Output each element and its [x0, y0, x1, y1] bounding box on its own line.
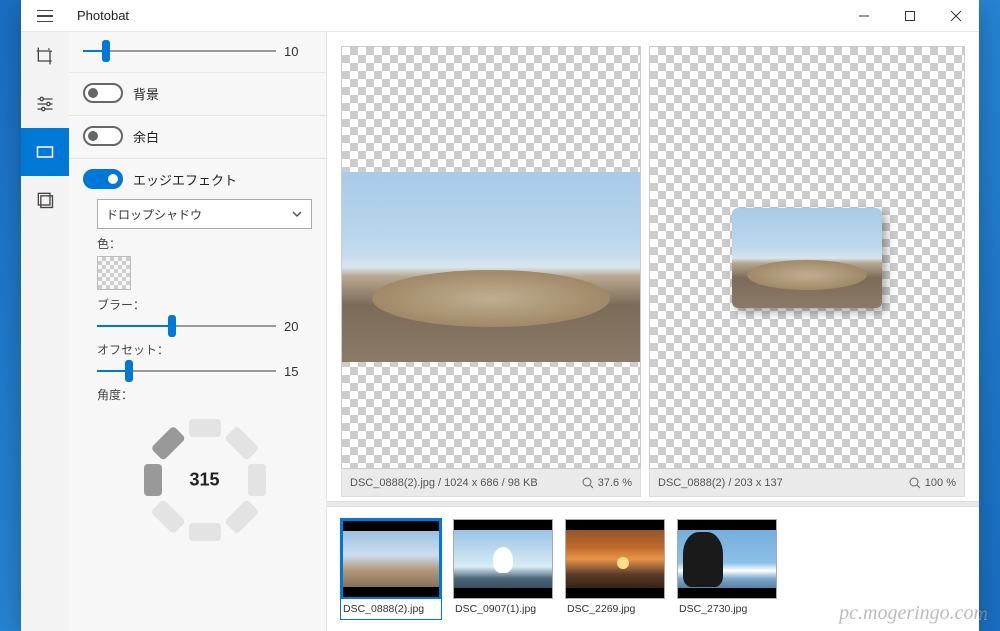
blur-value: 20	[284, 319, 312, 334]
top-slider-section: 10	[69, 32, 326, 73]
minimize-button[interactable]	[841, 0, 887, 32]
edge-effect-toggle-label: エッジエフェクト	[133, 170, 237, 189]
titlebar: Photobat	[21, 0, 979, 32]
margin-toggle[interactable]	[83, 126, 123, 146]
edge-effect-select[interactable]: ドロップシャドウ	[97, 199, 312, 229]
offset-slider[interactable]	[97, 362, 276, 380]
edge-effect-section: エッジエフェクト ドロップシャドウ 色： ブラー：	[69, 159, 326, 565]
angle-segment	[144, 464, 162, 496]
thumbnail-card[interactable]: DSC_2269.jpg	[565, 519, 665, 619]
background-toggle-label: 背景	[133, 84, 159, 103]
angle-segment	[150, 426, 185, 461]
thumbnail-image	[453, 519, 553, 599]
offset-value: 15	[284, 364, 312, 379]
thumbnail-filename: DSC_0888(2).jpg	[341, 599, 441, 619]
thumbnail-filename: DSC_0907(1).jpg	[453, 599, 553, 619]
margin-toggle-row: 余白	[69, 116, 326, 159]
preview-left-canvas[interactable]	[341, 46, 641, 469]
left-icon-bar	[21, 32, 69, 631]
angle-dial[interactable]: 315	[140, 415, 270, 545]
thumbnail-filename: DSC_2269.jpg	[565, 599, 665, 619]
top-slider[interactable]	[83, 42, 276, 60]
angle-segment	[150, 499, 185, 534]
menu-button[interactable]	[21, 0, 69, 32]
blur-label: ブラー：	[97, 296, 312, 313]
maximize-button[interactable]	[887, 0, 933, 32]
preview-left-info-bar: DSC_0888(2).jpg / 1024 x 686 / 98 KB 37.…	[341, 469, 641, 497]
thumbnail-image	[565, 519, 665, 599]
thumbnail-card[interactable]: DSC_0888(2).jpg	[341, 519, 441, 619]
thumbnail-filename: DSC_2730.jpg	[677, 599, 777, 619]
watermark: pc.mogeringo.com	[839, 602, 988, 625]
app-window: Photobat	[21, 0, 979, 631]
angle-segment	[248, 464, 266, 496]
preview-right-info: DSC_0888(2) / 203 x 137	[658, 477, 783, 489]
thumbnail-image	[341, 519, 441, 599]
thumbnail-card[interactable]: DSC_2730.jpg	[677, 519, 777, 619]
top-slider-value: 10	[284, 44, 312, 59]
crop-tool-icon[interactable]	[21, 32, 69, 80]
background-toggle[interactable]	[83, 83, 123, 103]
edge-effect-toggle[interactable]	[83, 169, 123, 189]
angle-label: 角度：	[97, 386, 312, 403]
frame-effects-icon[interactable]	[21, 128, 69, 176]
app-title: Photobat	[69, 8, 129, 23]
angle-segment	[189, 419, 221, 437]
thumbnail-image	[677, 519, 777, 599]
offset-label: オフセット：	[97, 341, 312, 358]
preview-left-zoom[interactable]: 37.6 %	[582, 477, 632, 489]
edge-effect-select-value: ドロップシャドウ	[106, 206, 202, 223]
margin-toggle-label: 余白	[133, 127, 159, 146]
angle-segment	[224, 426, 259, 461]
angle-segment	[189, 523, 221, 541]
preview-left: DSC_0888(2).jpg / 1024 x 686 / 98 KB 37.…	[341, 46, 641, 497]
background-toggle-row: 背景	[69, 73, 326, 116]
preview-right-image	[732, 208, 882, 308]
angle-value: 315	[189, 470, 219, 491]
window-controls	[841, 0, 979, 32]
blur-slider[interactable]	[97, 317, 276, 335]
preview-row: DSC_0888(2).jpg / 1024 x 686 / 98 KB 37.…	[327, 32, 979, 501]
preview-right-zoom[interactable]: 100 %	[909, 477, 956, 489]
save-icon[interactable]	[21, 176, 69, 224]
chevron-down-icon	[291, 208, 303, 220]
preview-right: DSC_0888(2) / 203 x 137 100 %	[649, 46, 965, 497]
settings-panel: 10 背景 余白 エッジエフェクト	[69, 32, 327, 631]
preview-left-info: DSC_0888(2).jpg / 1024 x 686 / 98 KB	[350, 477, 538, 489]
preview-right-info-bar: DSC_0888(2) / 203 x 137 100 %	[649, 469, 965, 497]
adjust-sliders-icon[interactable]	[21, 80, 69, 128]
preview-right-canvas[interactable]	[649, 46, 965, 469]
preview-left-image	[342, 172, 640, 362]
main-area: DSC_0888(2).jpg / 1024 x 686 / 98 KB 37.…	[327, 32, 979, 631]
zoom-icon	[909, 477, 921, 489]
thumbnail-card[interactable]: DSC_0907(1).jpg	[453, 519, 553, 619]
color-label: 色：	[97, 235, 312, 252]
angle-segment	[224, 499, 259, 534]
zoom-icon	[582, 477, 594, 489]
close-button[interactable]	[933, 0, 979, 32]
color-swatch[interactable]	[97, 256, 131, 290]
